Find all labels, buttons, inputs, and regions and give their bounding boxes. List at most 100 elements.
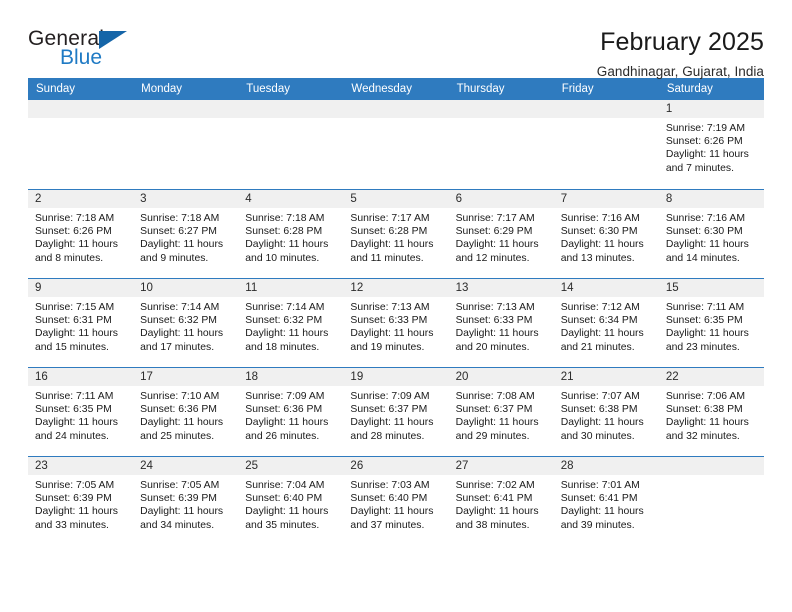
day-details: Sunrise: 7:05 AM Sunset: 6:39 PM Daylight:… xyxy=(28,475,133,532)
weekday-header-thursday: Thursday xyxy=(456,83,505,95)
sunrise-text: Sunrise: 7:08 AM xyxy=(455,391,535,402)
day-cell[interactable]: 10 Sunrise: 7:14 AM Sunset: 6:32 PM Dayligh… xyxy=(133,279,239,367)
day-number: 7 xyxy=(553,190,659,208)
sunset-text: Sunset: 6:37 PM xyxy=(455,404,533,416)
daylight-text-line2: and 20 minutes. xyxy=(455,341,530,353)
day-cell[interactable]: 19 Sunrise: 7:09 AM Sunset: 6:37 PM Dayligh… xyxy=(343,368,449,456)
day-cell[interactable]: 18 Sunrise: 7:09 AM Sunset: 6:36 PM Dayligh… xyxy=(238,368,344,456)
daylight-text-line1: Daylight: 11 hours xyxy=(560,239,644,251)
sunrise-text: Sunrise: 7:06 AM xyxy=(665,391,745,402)
sunrise-text: Sunrise: 7:11 AM xyxy=(35,391,114,402)
day-details: Sunrise: 7:02 AM Sunset: 6:41 PM Daylight:… xyxy=(449,475,554,532)
day-cell[interactable]: 27 Sunrise: 7:02 AM Sunset: 6:41 PM Dayligh… xyxy=(448,457,554,545)
day-number: 28 xyxy=(553,457,659,475)
day-cell[interactable]: 2 Sunrise: 7:18 AM Sunset: 6:26 PM Daylight… xyxy=(28,190,134,278)
day-cell[interactable]: 5 Sunrise: 7:17 AM Sunset: 6:28 PM Daylight… xyxy=(343,190,449,278)
sunrise-text: Sunrise: 7:16 AM xyxy=(560,213,640,224)
sunrise-text: Sunrise: 7:14 AM xyxy=(245,302,325,313)
weekday-header-sunday: Sunday xyxy=(36,83,76,95)
daylight-text-line1: Daylight: 11 hours xyxy=(665,328,749,340)
sunset-text: Sunset: 6:39 PM xyxy=(35,493,112,505)
logo-triangle-icon xyxy=(99,31,127,49)
day-cell[interactable]: 16 Sunrise: 7:11 AM Sunset: 6:35 PM Dayligh… xyxy=(28,368,134,456)
day-cell-empty xyxy=(448,100,554,189)
day-cell[interactable]: 8 Sunrise: 7:16 AM Sunset: 6:30 PM Daylight… xyxy=(658,190,764,278)
sunset-text: Sunset: 6:39 PM xyxy=(140,493,217,505)
day-cell[interactable]: 23 Sunrise: 7:05 AM Sunset: 6:39 PM Dayligh… xyxy=(28,457,134,545)
sunrise-text: Sunrise: 7:11 AM xyxy=(665,302,745,313)
daylight-text-line1: Daylight: 11 hours xyxy=(140,328,224,340)
day-number: 23 xyxy=(28,457,134,475)
sunrise-text: Sunrise: 7:16 AM xyxy=(665,213,745,224)
day-cell[interactable]: 28 Sunrise: 7:01 AM Sunset: 6:41 PM Dayligh… xyxy=(553,457,659,545)
daylight-text-line2: and 28 minutes. xyxy=(350,430,425,442)
daylight-text-line2: and 15 minutes. xyxy=(35,341,109,353)
sunset-text: Sunset: 6:32 PM xyxy=(140,315,217,327)
sunset-text: Sunset: 6:41 PM xyxy=(455,493,533,505)
daylight-text-line1: Daylight: 11 hours xyxy=(560,328,644,340)
calendar-week-row: 9 Sunrise: 7:15 AM Sunset: 6:31 PM Daylight… xyxy=(28,278,764,367)
sunset-text: Sunset: 6:30 PM xyxy=(665,226,743,238)
day-cell-empty xyxy=(28,100,134,189)
daylight-text-line2: and 14 minutes. xyxy=(665,252,740,264)
sunrise-text: Sunrise: 7:01 AM xyxy=(560,480,640,491)
day-cell[interactable]: 6 Sunrise: 7:17 AM Sunset: 6:29 PM Daylight… xyxy=(448,190,554,278)
day-cell[interactable]: 20 Sunrise: 7:08 AM Sunset: 6:37 PM Dayligh… xyxy=(448,368,554,456)
day-cell[interactable]: 3 Sunrise: 7:18 AM Sunset: 6:27 PM Daylight… xyxy=(133,190,239,278)
day-cell-empty xyxy=(238,100,344,189)
sunset-text: Sunset: 6:29 PM xyxy=(455,226,533,238)
weekday-header-monday: Monday xyxy=(141,83,183,95)
day-cell[interactable]: 9 Sunrise: 7:15 AM Sunset: 6:31 PM Daylight… xyxy=(28,279,134,367)
day-cell[interactable]: 17 Sunrise: 7:10 AM Sunset: 6:36 PM Dayligh… xyxy=(133,368,239,456)
daylight-text-line2: and 26 minutes. xyxy=(245,430,320,442)
day-cell[interactable]: 12 Sunrise: 7:13 AM Sunset: 6:33 PM Dayligh… xyxy=(343,279,449,367)
day-cell[interactable]: 13 Sunrise: 7:13 AM Sunset: 6:33 PM Dayligh… xyxy=(448,279,554,367)
daylight-text-line1: Daylight: 11 hours xyxy=(665,239,749,251)
day-number: 14 xyxy=(553,279,659,297)
day-cell-empty xyxy=(133,100,239,189)
day-cell[interactable]: 15 Sunrise: 7:11 AM Sunset: 6:35 PM Dayligh… xyxy=(658,279,764,367)
day-cell[interactable]: 21 Sunrise: 7:07 AM Sunset: 6:38 PM Dayligh… xyxy=(553,368,659,456)
sunset-text: Sunset: 6:38 PM xyxy=(560,404,638,416)
sunrise-text: Sunrise: 7:15 AM xyxy=(35,302,115,313)
sunset-text: Sunset: 6:35 PM xyxy=(665,315,743,327)
day-cell[interactable]: 14 Sunrise: 7:12 AM Sunset: 6:34 PM Dayligh… xyxy=(553,279,659,367)
day-number xyxy=(343,100,449,118)
day-details: Sunrise: 7:12 AM Sunset: 6:34 PM Daylight:… xyxy=(554,297,659,354)
day-details: Sunrise: 7:15 AM Sunset: 6:31 PM Daylight:… xyxy=(28,297,133,354)
day-cell[interactable]: 22 Sunrise: 7:06 AM Sunset: 6:38 PM Dayligh… xyxy=(658,368,764,456)
daylight-text-line2: and 25 minutes. xyxy=(140,430,215,442)
day-details: Sunrise: 7:17 AM Sunset: 6:28 PM Daylight:… xyxy=(343,208,448,265)
general-blue-logo[interactable]: General Blue xyxy=(28,28,148,78)
day-details: Sunrise: 7:04 AM Sunset: 6:40 PM Daylight:… xyxy=(238,475,343,532)
day-number: 24 xyxy=(133,457,239,475)
day-cell[interactable]: 11 Sunrise: 7:14 AM Sunset: 6:32 PM Dayligh… xyxy=(238,279,344,367)
day-details: Sunrise: 7:14 AM Sunset: 6:32 PM Daylight:… xyxy=(133,297,238,354)
calendar-week-row: 1 Sunrise: 7:19 AM Sunset: 6:26 PM Daylight… xyxy=(28,100,764,189)
sunrise-text: Sunrise: 7:04 AM xyxy=(245,480,325,491)
sunrise-text: Sunrise: 7:03 AM xyxy=(350,480,430,491)
day-details: Sunrise: 7:11 AM Sunset: 6:35 PM Daylight:… xyxy=(659,297,764,354)
day-cell[interactable]: 26 Sunrise: 7:03 AM Sunset: 6:40 PM Dayligh… xyxy=(343,457,449,545)
daylight-text-line2: and 29 minutes. xyxy=(455,430,530,442)
day-details: Sunrise: 7:09 AM Sunset: 6:36 PM Daylight:… xyxy=(238,386,343,443)
daylight-text-line2: and 10 minutes. xyxy=(245,252,320,264)
daylight-text-line2: and 30 minutes. xyxy=(560,430,635,442)
sunset-text: Sunset: 6:31 PM xyxy=(35,315,112,327)
weekday-header-wednesday: Wednesday xyxy=(351,83,412,95)
day-number: 3 xyxy=(133,190,239,208)
day-details: Sunrise: 7:03 AM Sunset: 6:40 PM Daylight:… xyxy=(343,475,448,532)
sunset-text: Sunset: 6:28 PM xyxy=(245,226,323,238)
day-cell[interactable]: 24 Sunrise: 7:05 AM Sunset: 6:39 PM Dayligh… xyxy=(133,457,239,545)
day-cell[interactable]: 1 Sunrise: 7:19 AM Sunset: 6:26 PM Daylight… xyxy=(658,100,764,189)
day-details: Sunrise: 7:13 AM Sunset: 6:33 PM Daylight:… xyxy=(449,297,554,354)
day-cell[interactable]: 7 Sunrise: 7:16 AM Sunset: 6:30 PM Daylight… xyxy=(553,190,659,278)
weekday-header-tuesday: Tuesday xyxy=(246,83,290,95)
day-number xyxy=(238,100,344,118)
daylight-text-line2: and 13 minutes. xyxy=(560,252,635,264)
daylight-text-line1: Daylight: 11 hours xyxy=(350,328,434,340)
day-cell[interactable]: 25 Sunrise: 7:04 AM Sunset: 6:40 PM Dayligh… xyxy=(238,457,344,545)
day-details: Sunrise: 7:06 AM Sunset: 6:38 PM Daylight:… xyxy=(659,386,764,443)
day-cell[interactable]: 4 Sunrise: 7:18 AM Sunset: 6:28 PM Daylight… xyxy=(238,190,344,278)
day-number: 5 xyxy=(343,190,449,208)
